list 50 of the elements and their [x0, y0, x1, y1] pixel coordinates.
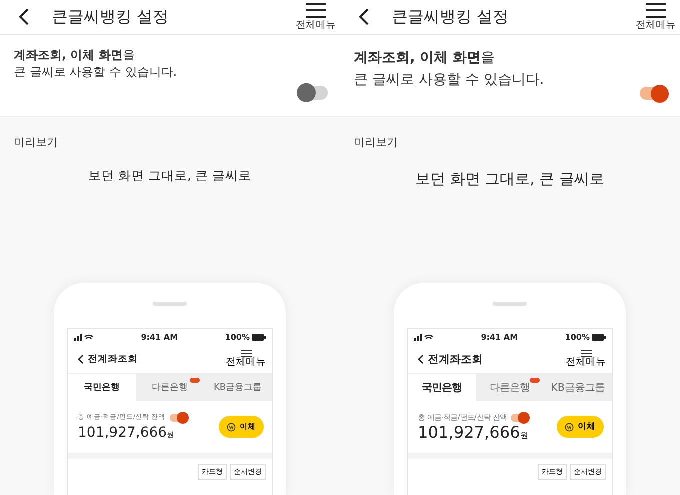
signal-wifi-icon: [414, 334, 434, 340]
bank-tab[interactable]: KB금융그룹: [204, 374, 272, 401]
back-icon[interactable]: [18, 8, 30, 26]
back-icon[interactable]: [418, 354, 424, 364]
balance-toggle[interactable]: [170, 414, 188, 422]
battery-icon: [252, 334, 266, 340]
setting-description: 계좌조회, 이체 화면을: [354, 49, 496, 68]
menu-button[interactable]: 전체메뉴: [566, 350, 606, 368]
won-coin-icon: [227, 422, 236, 432]
menu-icon: [646, 3, 666, 18]
new-badge: [190, 378, 200, 383]
balance-amount: 101,927,666: [78, 425, 168, 441]
bank-tab[interactable]: KB금융그룹: [544, 374, 612, 401]
large-text-toggle[interactable]: [640, 87, 668, 100]
setting-description: 큰 글씨로 사용할 수 있습니다.: [354, 71, 546, 90]
menu-icon: [240, 350, 252, 358]
menu-icon: [306, 3, 326, 18]
back-icon[interactable]: [358, 8, 370, 26]
screen-title: 전계좌조회: [428, 352, 484, 366]
menu-button[interactable]: 전체메뉴: [292, 3, 340, 31]
battery-icon: [592, 334, 606, 340]
new-badge: [530, 378, 540, 383]
page-title: 큰글씨뱅킹 설정: [52, 6, 170, 28]
status-time: 9:41 AM: [141, 332, 178, 342]
large-text-toggle[interactable]: [298, 86, 328, 100]
battery-percent: 100%: [225, 332, 250, 342]
back-icon[interactable]: [78, 354, 84, 364]
status-time: 9:41 AM: [481, 332, 518, 342]
page-title: 큰글씨뱅킹 설정: [392, 6, 510, 28]
bank-tab[interactable]: 국민은행: [408, 374, 476, 401]
battery-percent: 100%: [565, 332, 590, 342]
currency-unit: 원: [520, 430, 528, 440]
menu-button[interactable]: 전체메뉴: [632, 3, 680, 31]
bank-tab[interactable]: 국민은행: [68, 374, 136, 401]
preview-label: 미리보기: [14, 135, 58, 150]
transfer-button[interactable]: 이체: [557, 416, 604, 438]
bank-tab[interactable]: 다른은행: [476, 374, 544, 401]
bank-tab[interactable]: 다른은행: [136, 374, 204, 401]
menu-button[interactable]: 전체메뉴: [226, 350, 266, 368]
preview-caption: 보던 화면 그대로, 큰 글씨로: [88, 168, 252, 185]
setting-description: 계좌조회, 이체 화면을: [14, 47, 136, 64]
won-coin-icon: [565, 422, 574, 432]
menu-icon: [580, 350, 592, 358]
balance-toggle[interactable]: [511, 414, 530, 422]
preview-caption: 보던 화면 그대로, 큰 글씨로: [416, 170, 604, 189]
signal-wifi-icon: [74, 334, 94, 340]
screen-title: 전계좌조회: [88, 352, 139, 366]
balance-amount: 101,927,666: [418, 422, 520, 442]
setting-description: 큰 글씨로 사용할 수 있습니다.: [14, 64, 178, 81]
preview-label: 미리보기: [354, 135, 398, 150]
